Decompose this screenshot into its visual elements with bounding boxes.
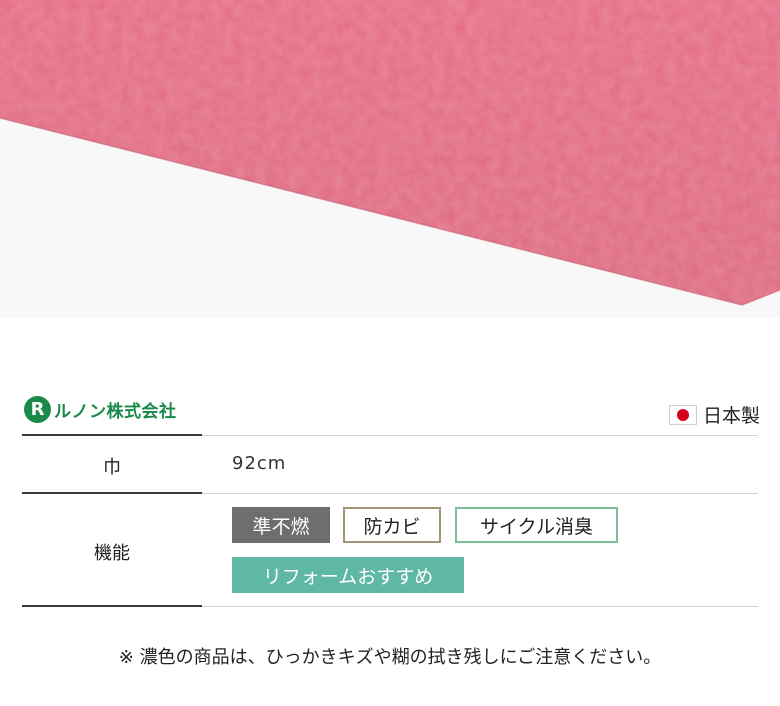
brand-name: ルノン株式会社: [54, 401, 177, 422]
feature-tag-fire-retardant: 準不燃: [232, 507, 330, 543]
origin-label: 日本製: [702, 405, 760, 427]
divider: [22, 605, 202, 607]
feature-tag-deodorize: サイクル消臭: [455, 507, 618, 543]
brand-logo: R ルノン株式会社: [24, 393, 177, 425]
feature-tag-anti-mold: 防カビ: [343, 507, 441, 543]
brand-mark-icon: R: [24, 395, 51, 423]
divider: [202, 606, 758, 607]
care-note: ※ 濃色の商品は、ひっかきキズや糊の拭き残しにご注意ください。: [118, 647, 662, 668]
product-photo: [0, 0, 780, 318]
divider: [22, 434, 202, 436]
width-value: 92cm: [232, 453, 287, 474]
japan-flag-icon: [668, 404, 697, 425]
width-label: 巾: [103, 457, 121, 478]
divider: [202, 435, 758, 436]
origin-badge: 日本製: [668, 401, 760, 428]
divider: [202, 493, 758, 494]
divider: [22, 492, 202, 494]
features-label: 機能: [94, 543, 130, 564]
feature-tag-reform: リフォームおすすめ: [232, 557, 464, 593]
